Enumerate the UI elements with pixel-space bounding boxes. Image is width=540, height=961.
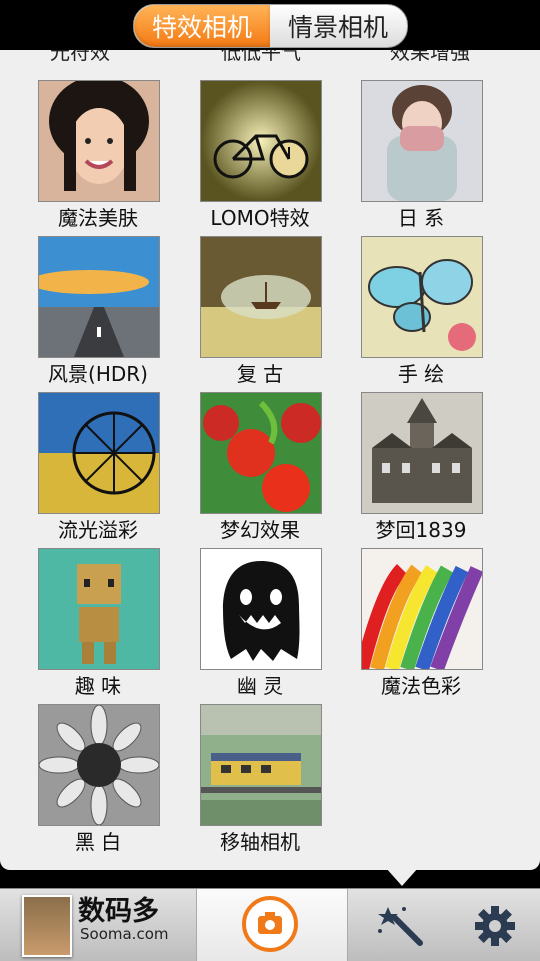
effect-item[interactable]: 手 绘 (341, 236, 501, 386)
cardboard-robot-thumbnail (38, 548, 160, 670)
bottom-toolbar: 数码多 Sooma.com (0, 888, 540, 961)
effect-item[interactable]: 梦回1839 (341, 392, 501, 542)
bottle-ship-thumbnail (200, 236, 322, 358)
camera-mode-switch: 特效相机 情景相机 (133, 4, 408, 48)
effect-label: 手 绘 (397, 362, 445, 386)
shutter-button[interactable] (242, 896, 298, 952)
effect-label: 魔法色彩 (381, 674, 461, 698)
shutter-cell (196, 889, 348, 961)
color-pencils-thumbnail (361, 548, 483, 670)
effect-item[interactable]: 幽 灵 (180, 548, 340, 698)
effect-label: 日 系 (397, 206, 445, 230)
effect-label-partial-1: 光符效 (50, 50, 110, 64)
panel-pointer (386, 868, 418, 886)
ferris-wheel-thumbnail (38, 392, 160, 514)
effect-label: 移轴相机 (220, 830, 300, 854)
effect-label: LOMO特效 (210, 206, 310, 230)
partially-hidden-row: 光符效 低低平气 效果增强 (0, 50, 540, 64)
ghost-thumbnail (200, 548, 322, 670)
camera-icon (258, 912, 282, 934)
train-tilt-shift-thumbnail (200, 704, 322, 826)
effect-item[interactable]: LOMO特效 (180, 80, 340, 230)
effect-label-partial-2: 低低平气 (221, 50, 301, 64)
effect-item[interactable]: 魔法色彩 (341, 548, 501, 698)
effect-label: 趣 味 (74, 674, 122, 698)
effect-item[interactable]: 梦幻效果 (180, 392, 340, 542)
effect-item[interactable]: 风景(HDR) (18, 236, 178, 386)
effect-item[interactable]: 移轴相机 (180, 704, 340, 854)
magic-wand-icon (378, 907, 423, 946)
watermark-title: 数码多 (78, 896, 159, 927)
effect-label-partial-3: 效果增强 (390, 50, 470, 64)
tab-effects-camera[interactable]: 特效相机 (134, 5, 270, 47)
gallery-thumbnail-button[interactable] (22, 895, 72, 957)
top-bar: 特效相机 情景相机 (0, 0, 540, 50)
effects-button[interactable] (372, 901, 432, 951)
effect-item[interactable]: 魔法美肤 (18, 80, 178, 230)
effect-label: 黑 白 (74, 830, 122, 854)
effect-item[interactable]: 流光溢彩 (18, 392, 178, 542)
girl-scarf-thumbnail (361, 80, 483, 202)
watermark-subtitle: Sooma.com (80, 925, 169, 943)
effect-label: 幽 灵 (236, 674, 284, 698)
settings-button[interactable] (470, 901, 524, 951)
effect-label: 魔法美肤 (58, 206, 138, 230)
tab-scene-camera[interactable]: 情景相机 (270, 5, 406, 47)
gear-icon (475, 906, 515, 946)
bicycle-clock-thumbnail (200, 80, 322, 202)
portrait-girl-thumbnail (38, 80, 160, 202)
effect-item[interactable]: 日 系 (341, 80, 501, 230)
road-sky-thumbnail (38, 236, 160, 358)
effect-label: 流光溢彩 (58, 518, 138, 542)
effect-item[interactable]: 复 古 (180, 236, 340, 386)
effect-label: 风景(HDR) (48, 362, 148, 386)
effect-label: 复 古 (236, 362, 284, 386)
effect-label: 梦回1839 (375, 518, 467, 542)
effect-label: 梦幻效果 (220, 518, 300, 542)
effect-item[interactable]: 黑 白 (18, 704, 178, 854)
butterfly-sketch-thumbnail (361, 236, 483, 358)
sunflower-bw-thumbnail (38, 704, 160, 826)
effects-panel: 光符效 低低平气 效果增强 魔法美肤 LOMO特效 日 系 风景(HDR) 复 … (0, 50, 540, 870)
effect-item[interactable]: 趣 味 (18, 548, 178, 698)
tomatoes-thumbnail (200, 392, 322, 514)
old-building-thumbnail (361, 392, 483, 514)
